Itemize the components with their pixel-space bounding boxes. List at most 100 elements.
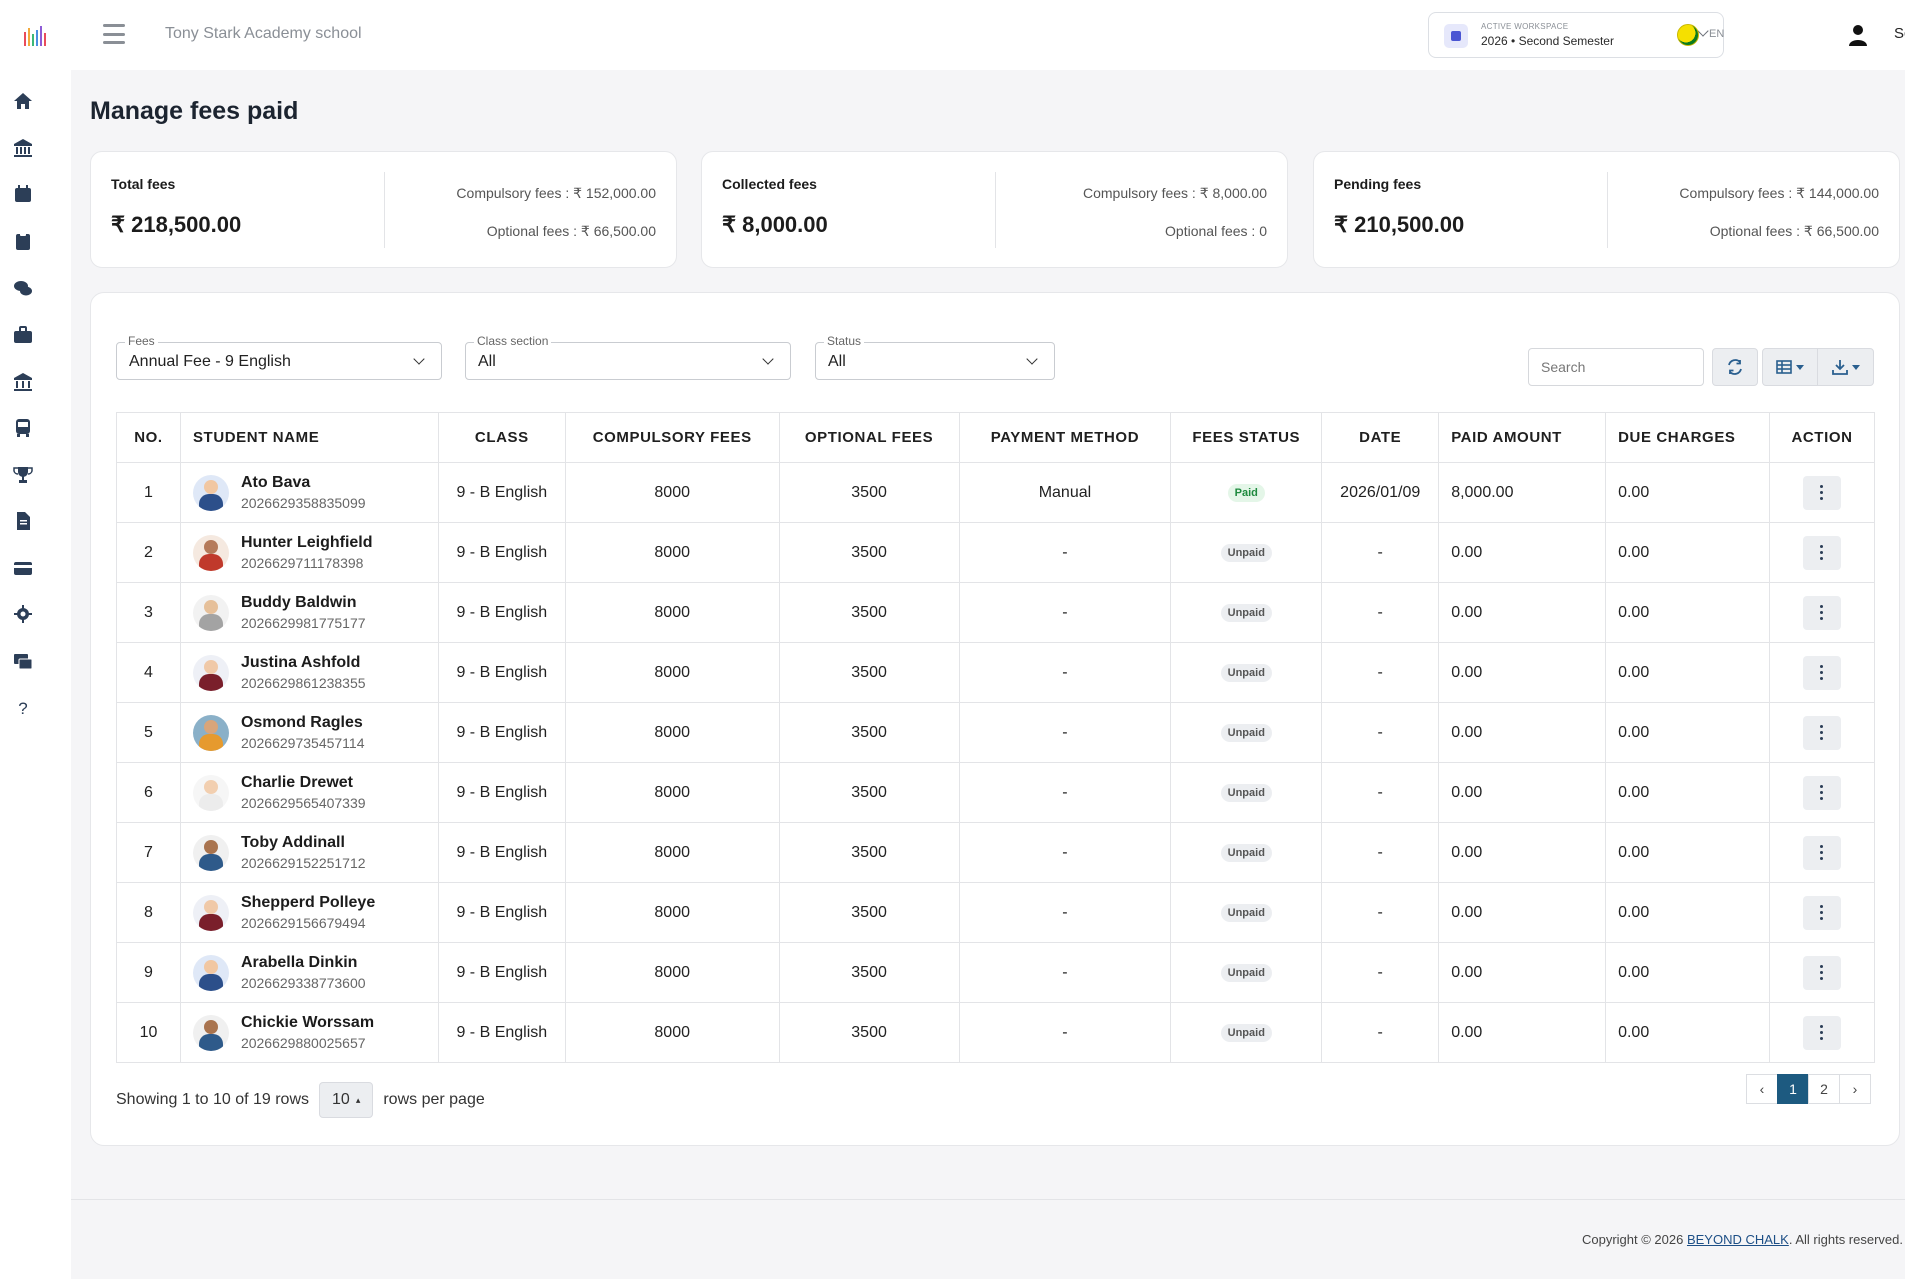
column-header[interactable]: DATE	[1321, 412, 1440, 463]
fees-select[interactable]: Fees Annual Fee - 9 English	[116, 334, 442, 380]
table-row[interactable]: 7 Toby Addinall 2026629152251712 9 - B Engl…	[116, 822, 1876, 883]
card-amount: ₹ 8,000.00	[722, 212, 828, 237]
row-action-button[interactable]	[1802, 715, 1841, 750]
row-action-button[interactable]	[1802, 955, 1841, 990]
column-header[interactable]: NO.	[116, 412, 181, 463]
export-button[interactable]	[1817, 348, 1874, 386]
refresh-button[interactable]	[1712, 348, 1758, 386]
table-row[interactable]: 5 Osmond Ragles 2026629735457114 9 - B Engl…	[116, 702, 1876, 763]
card-optional: Optional fees : ₹ 66,500.00	[486, 223, 656, 239]
row-action-button[interactable]	[1802, 1015, 1841, 1050]
student-name[interactable]: Justina Ashfold	[241, 654, 366, 672]
column-header[interactable]: OPTIONAL FEES	[778, 412, 960, 463]
page-button[interactable]: 2	[1808, 1074, 1840, 1104]
class-section-select[interactable]: Class section All	[465, 334, 791, 380]
column-header[interactable]: STUDENT NAME	[179, 412, 439, 463]
home-icon[interactable]	[12, 90, 34, 112]
chat-icon[interactable]	[12, 277, 34, 299]
bank-icon[interactable]	[12, 137, 34, 159]
cell-optional-fees: 3500	[778, 942, 960, 1003]
student-name[interactable]: Buddy Baldwin	[241, 594, 366, 612]
app-logo[interactable]	[24, 26, 46, 46]
table-row[interactable]: 10 Chickie Worssam 2026629880025657 9 - B E…	[116, 1002, 1876, 1063]
cell-compulsory-fees: 8000	[564, 462, 780, 523]
search-input[interactable]	[1528, 348, 1704, 386]
status-badge: Unpaid	[1220, 844, 1272, 862]
user-icon[interactable]	[1848, 24, 1868, 46]
row-action-button[interactable]	[1802, 835, 1841, 870]
student-name[interactable]: Hunter Leighfield	[241, 534, 373, 552]
table-row[interactable]: 2 Hunter Leighfield 2026629711178398 9 - B …	[116, 522, 1876, 583]
table-row[interactable]: 9 Arabella Dinkin 2026629338773600 9 - B En…	[116, 942, 1876, 1003]
column-header[interactable]: PAID AMOUNT	[1438, 412, 1607, 463]
table-row[interactable]: 6 Charlie Drewet 2026629565407339 9 - B Eng…	[116, 762, 1876, 823]
clipboard-icon[interactable]	[12, 230, 34, 252]
column-header[interactable]: DUE CHARGES	[1605, 412, 1770, 463]
card-icon[interactable]	[12, 557, 34, 579]
cell-fees-status: Paid	[1170, 462, 1323, 523]
briefcase-icon[interactable]	[12, 324, 34, 346]
student-name[interactable]: Osmond Ragles	[241, 714, 365, 732]
footer-brand-link[interactable]: BEYOND CHALK	[1687, 1232, 1789, 1247]
column-header[interactable]: FEES STATUS	[1170, 412, 1323, 463]
status-badge: Unpaid	[1220, 904, 1272, 922]
language-code[interactable]: EN	[1709, 28, 1724, 40]
next-page-button[interactable]: ›	[1839, 1074, 1871, 1104]
cell-no: 1	[116, 462, 181, 523]
student-name[interactable]: Shepperd Polleye	[241, 894, 375, 912]
footer: Copyright © 2026 BEYOND CHALK. All right…	[1582, 1232, 1903, 1247]
status-select[interactable]: Status All	[815, 334, 1055, 380]
row-action-button[interactable]	[1802, 595, 1841, 630]
cell-no: 9	[116, 942, 181, 1003]
row-action-button[interactable]	[1802, 655, 1841, 690]
student-id: 2026629338773600	[240, 975, 366, 991]
cell-compulsory-fees: 8000	[564, 642, 780, 703]
cell-compulsory-fees: 8000	[564, 582, 780, 643]
cell-action	[1768, 1002, 1876, 1063]
calendar-icon[interactable]	[12, 183, 34, 205]
cell-student: Charlie Drewet 2026629565407339	[179, 762, 439, 823]
student-name[interactable]: Ato Bava	[241, 474, 366, 492]
more-vertical-icon	[1820, 545, 1824, 549]
page-button[interactable]: 1	[1777, 1074, 1809, 1104]
cell-action	[1768, 462, 1876, 523]
student-name[interactable]: Charlie Drewet	[241, 774, 366, 792]
table-row[interactable]: 8 Shepperd Polleye 2026629156679494 9 - B E…	[116, 882, 1876, 943]
trophy-icon[interactable]	[12, 464, 34, 486]
cell-date: -	[1321, 822, 1440, 883]
table-row[interactable]: 1 Ato Bava 2026629358835099 9 - B English 80…	[116, 462, 1876, 523]
column-header[interactable]: PAYMENT METHOD	[958, 412, 1172, 463]
row-action-button[interactable]	[1802, 895, 1841, 930]
row-action-button[interactable]	[1802, 775, 1841, 810]
column-header[interactable]: COMPULSORY FEES	[564, 412, 780, 463]
bus-icon[interactable]	[12, 417, 34, 439]
student-name[interactable]: Chickie Worssam	[241, 1014, 374, 1032]
menu-toggle-icon[interactable]	[103, 24, 125, 44]
document-icon[interactable]	[12, 510, 34, 532]
cell-due-charges: 0.00	[1605, 462, 1770, 523]
user-name[interactable]: School	[1894, 25, 1905, 42]
page-size-select[interactable]: 10 ▴	[319, 1082, 374, 1118]
more-vertical-icon	[1820, 785, 1824, 789]
table-row[interactable]: 4 Justina Ashfold 2026629861238355 9 - B En…	[116, 642, 1876, 703]
refresh-icon	[1728, 359, 1742, 375]
school-name: Tony Stark Academy school	[165, 25, 362, 42]
column-header[interactable]: CLASS	[437, 412, 566, 463]
row-action-button[interactable]	[1802, 475, 1841, 510]
column-header[interactable]: ACTION	[1768, 412, 1876, 463]
fees-table: NO. STUDENT NAME CLASS COMPULSORY FEES OPTIO…	[116, 412, 1876, 1063]
institution-icon[interactable]	[12, 371, 34, 393]
card-title: Collected fees	[722, 176, 817, 192]
student-name[interactable]: Toby Addinall	[241, 834, 366, 852]
row-action-button[interactable]	[1802, 535, 1841, 570]
student-name[interactable]: Arabella Dinkin	[241, 954, 366, 972]
help-icon[interactable]: ?	[12, 697, 34, 719]
table-row[interactable]: 3 Buddy Baldwin 2026629981775177 9 - B Engl…	[116, 582, 1876, 643]
payment-icon[interactable]	[12, 650, 34, 672]
cell-payment-method: -	[958, 702, 1172, 763]
gear-icon[interactable]	[12, 603, 34, 625]
language-flag-icon[interactable]	[1677, 24, 1699, 46]
previous-page-button[interactable]: ‹	[1746, 1074, 1778, 1104]
columns-button[interactable]	[1762, 348, 1818, 386]
cell-optional-fees: 3500	[778, 822, 960, 883]
